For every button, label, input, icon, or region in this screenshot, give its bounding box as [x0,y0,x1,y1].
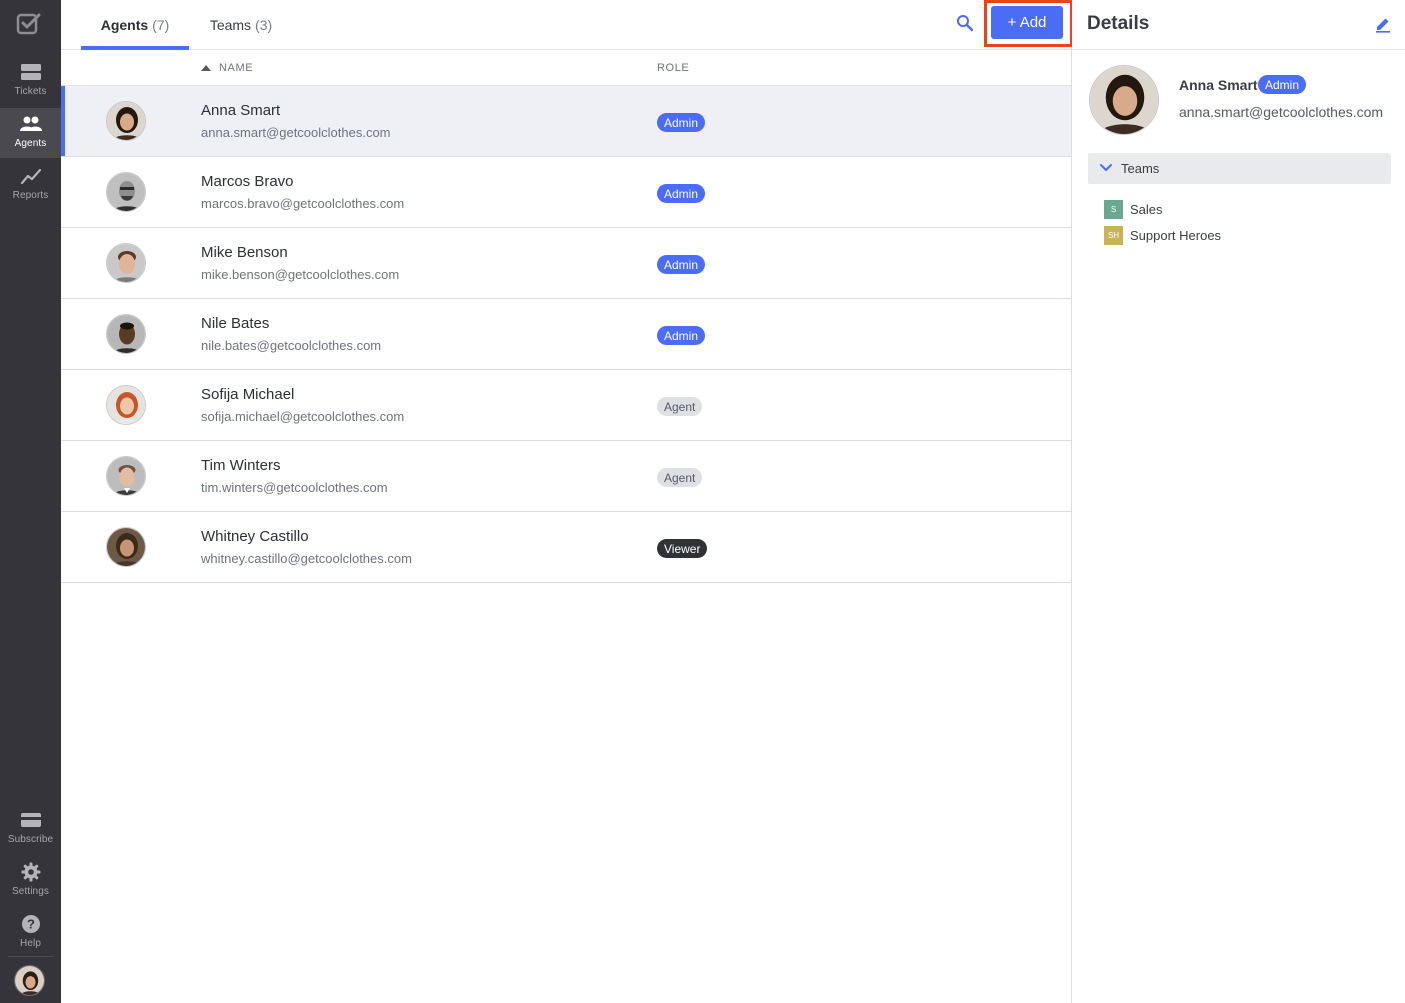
sidebar: Tickets Agents Reports Subscribe Setting… [0,0,61,1003]
agent-name: Marcos Bravo [201,173,294,190]
table-header: NAME ROLE [61,50,1071,86]
sidebar-item-label: Tickets [14,86,47,97]
agent-email: whitney.castillo@getcoolclothes.com [201,551,412,566]
team-name: Support Heroes [1130,227,1222,243]
reports-icon [20,166,42,186]
role-badge: Admin [657,255,706,274]
table-row[interactable]: Marcos Bravo marcos.bravo@getcoolclothes… [61,157,1071,228]
sidebar-item-label: Agents [14,138,47,149]
details-header: Details [1072,0,1405,50]
details-title: Details [1087,13,1150,34]
tab-label: Agents [100,16,149,33]
table-row[interactable]: Nile Bates nile.bates@getcoolclothes.com… [61,299,1071,370]
table-row[interactable]: Anna Smart anna.smart@getcoolclothes.com… [61,86,1071,157]
chevron-down-icon [1100,164,1112,171]
sidebar-divider [8,956,53,957]
details-role-badge: Admin [1258,75,1307,94]
agent-name: Tim Winters [201,457,281,474]
tickets-icon [20,62,42,82]
column-header-label: ROLE [657,62,690,74]
agent-email: nile.bates@getcoolclothes.com [201,338,382,353]
agent-name: Sofija Michael [201,386,295,403]
avatar [106,527,146,567]
topbar: Agents (7) Teams (3) + Add [61,0,1073,50]
agent-email: tim.winters@getcoolclothes.com [201,480,388,495]
team-name: Sales [1130,201,1163,217]
sidebar-item-label: Help [20,938,41,949]
help-icon: ? [20,914,42,934]
team-initials: SH [1104,225,1123,245]
tab-count: (3) [255,16,273,33]
sidebar-item-subscribe[interactable]: Subscribe [0,804,61,854]
role-badge: Agent [657,468,703,487]
agent-name: Whitney Castillo [201,528,309,545]
tab-teams[interactable]: Teams (3) [201,0,281,49]
table-row[interactable]: Sofija Michael sofija.michael@getcoolclo… [61,370,1071,441]
team-item-support-heroes[interactable]: SH Support Heroes [1104,225,1221,245]
column-header-label: NAME [219,62,254,74]
user-avatar[interactable] [14,965,45,996]
sort-ascending-icon [201,65,211,71]
agent-name: Anna Smart [201,102,281,119]
team-item-sales[interactable]: S Sales [1104,199,1163,219]
sidebar-item-agents[interactable]: Agents [0,108,61,158]
agent-email: sofija.michael@getcoolclothes.com [201,409,405,424]
sidebar-item-help[interactable]: ? Help [0,908,61,958]
teams-section-toggle[interactable]: Teams [1088,153,1391,184]
details-agent-email: anna.smart@getcoolclothes.com [1179,104,1384,120]
sidebar-item-reports[interactable]: Reports [0,160,61,210]
role-badge: Agent [657,397,703,416]
table-row[interactable]: Mike Benson mike.benson@getcoolclothes.c… [61,228,1071,299]
avatar [106,243,146,283]
table-row[interactable]: Tim Winters tim.winters@getcoolclothes.c… [61,441,1071,512]
sidebar-item-tickets[interactable]: Tickets [0,56,61,106]
add-agent-button[interactable]: + Add [991,6,1063,39]
agents-icon [19,114,42,134]
pencil-icon [1376,18,1390,33]
tab-label: Teams [209,16,252,33]
sidebar-item-label: Subscribe [7,834,54,845]
teams-section-label: Teams [1121,161,1160,176]
details-avatar [1089,65,1159,135]
details-panel: Details Anna Smart Admin anna.smart@getc… [1072,0,1405,1003]
role-badge: Admin [657,184,706,203]
avatar [106,385,146,425]
details-agent-name: Anna Smart [1179,77,1258,93]
avatar [106,172,146,212]
gear-icon [20,862,42,882]
table-row[interactable]: Whitney Castillo whitney.castillo@getcoo… [61,512,1071,583]
agent-email: marcos.bravo@getcoolclothes.com [201,196,405,211]
search-button[interactable] [956,14,976,34]
sidebar-item-label: Settings [12,886,49,897]
checkbox-logo-icon[interactable] [16,12,42,36]
agent-email: anna.smart@getcoolclothes.com [201,125,391,140]
tab-count: (7) [152,16,170,33]
role-badge: Viewer [657,539,708,558]
avatar [106,456,146,496]
column-header-role[interactable]: ROLE [657,50,689,86]
sidebar-item-settings[interactable]: Settings [0,856,61,906]
role-badge: Admin [657,326,706,345]
app: Tickets Agents Reports Subscribe Setting… [0,0,1405,1003]
agents-main-panel: Agents (7) Teams (3) + Add NAME ROLE Ann… [61,0,1073,1003]
sidebar-item-label: Reports [12,190,49,201]
agent-name: Nile Bates [201,315,270,332]
tab-agents[interactable]: Agents (7) [81,0,189,50]
agent-name: Mike Benson [201,244,288,261]
search-icon [957,15,974,32]
edit-button[interactable] [1374,15,1392,33]
avatar [106,314,146,354]
agent-email: mike.benson@getcoolclothes.com [201,267,400,282]
avatar [106,101,146,141]
team-initials: S [1104,199,1123,219]
role-badge: Admin [657,113,706,132]
svg-text:?: ? [27,917,35,932]
column-header-name[interactable]: NAME [201,50,253,86]
credit-card-icon [20,810,42,830]
